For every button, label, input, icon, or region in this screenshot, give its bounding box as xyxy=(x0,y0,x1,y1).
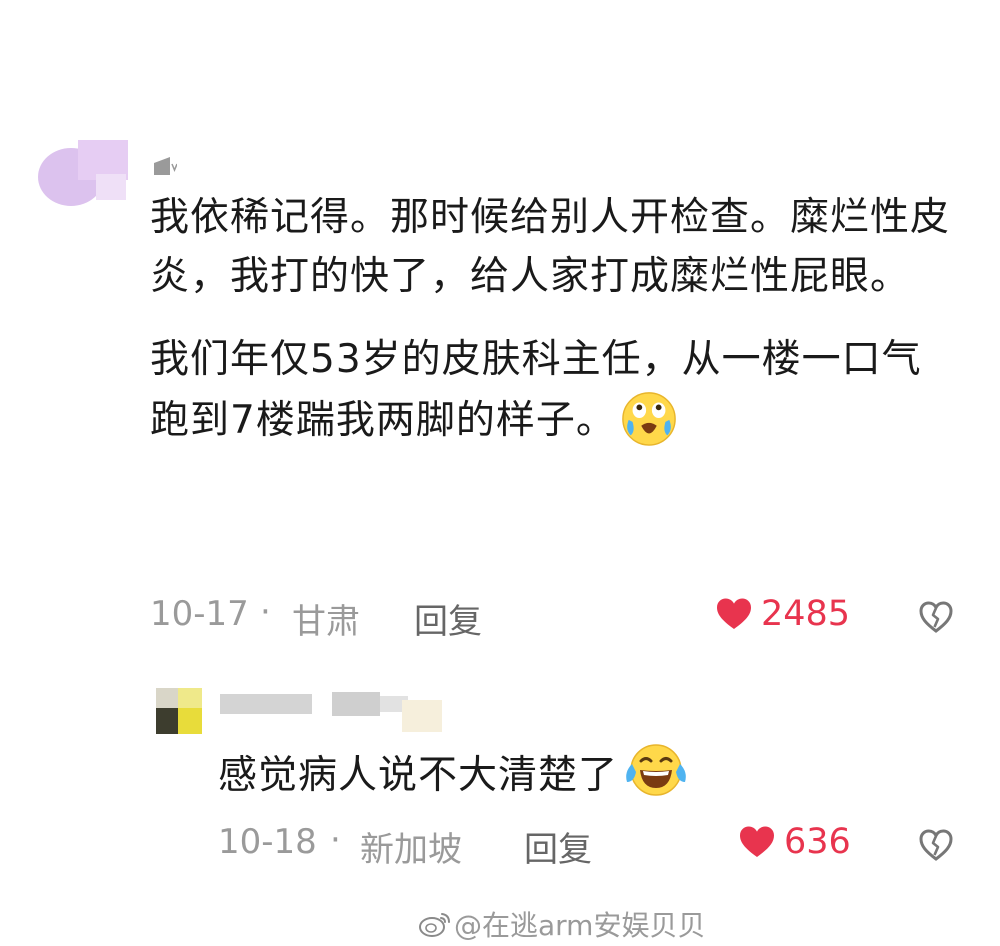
reply-text-content: 感觉病人说不大清楚了 xyxy=(218,753,619,798)
comment-text: 我依稀记得。那时候给别人开检查。糜烂性皮炎，我打的快了，给人家打成糜烂性屁眼。 … xyxy=(150,188,970,450)
watermark: @在逃arm安娱贝贝 xyxy=(418,904,705,944)
comment-paragraph-text: 我们年仅53岁的皮肤科主任，从一楼一口气跑到7楼踹我两脚的样子。 xyxy=(150,337,922,443)
laugh-tears-emoji-icon xyxy=(626,744,686,796)
weibo-icon xyxy=(419,913,450,937)
like-count: 2485 xyxy=(761,594,851,634)
like-count: 636 xyxy=(784,822,851,862)
reply-meta: 10-18 · 新加坡 回复 636 xyxy=(218,820,970,872)
comment-location: 甘肃 xyxy=(292,602,360,642)
like-button[interactable]: 2485 xyxy=(715,594,850,634)
meta-separator: · xyxy=(260,592,271,632)
reply-username-blurred[interactable] xyxy=(220,692,445,732)
reply-button[interactable]: 回复 xyxy=(414,594,482,643)
comment-meta: 10-17 · 甘肃 回复 2485 xyxy=(150,592,970,644)
username-blurred[interactable] xyxy=(153,155,177,177)
laugh-cry-emoji-icon xyxy=(622,392,676,446)
broken-heart-icon[interactable] xyxy=(918,600,954,634)
heart-icon xyxy=(717,598,751,629)
reply-location: 新加坡 xyxy=(360,830,462,870)
meta-separator: · xyxy=(330,820,341,860)
broken-heart-icon[interactable] xyxy=(918,828,954,862)
reply-text: 感觉病人说不大清楚了 xyxy=(218,742,688,804)
comment-paragraph: 我们年仅53岁的皮肤科主任，从一楼一口气跑到7楼踹我两脚的样子。 xyxy=(150,330,958,450)
reply-avatar[interactable] xyxy=(156,688,202,734)
like-button[interactable]: 636 xyxy=(738,822,851,862)
reply-button[interactable]: 回复 xyxy=(524,822,592,871)
comment-thread: 我依稀记得。那时候给别人开检查。糜烂性皮炎，我打的快了，给人家打成糜烂性屁眼。 … xyxy=(0,0,1000,946)
comment-date: 10-17 xyxy=(150,594,249,634)
heart-icon xyxy=(740,826,774,857)
comment-paragraph: 我依稀记得。那时候给别人开检查。糜烂性皮炎，我打的快了，给人家打成糜烂性屁眼。 xyxy=(150,195,951,299)
avatar[interactable] xyxy=(38,140,128,206)
reply-date: 10-18 xyxy=(218,822,317,862)
watermark-text: @在逃arm安娱贝贝 xyxy=(454,909,706,942)
